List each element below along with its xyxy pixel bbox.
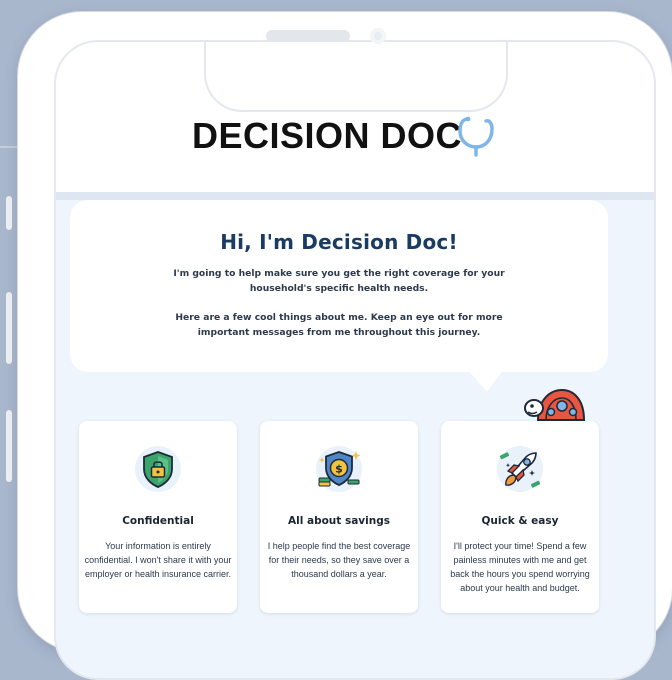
intro-heading: Hi, I'm Decision Doc! <box>220 230 458 254</box>
intro-paragraph-2: Here are a few cool things about me. Kee… <box>175 312 503 338</box>
feature-card-quick-easy: Quick & easy I'll protect your time! Spe… <box>441 421 599 613</box>
stethoscope-icon <box>458 116 494 157</box>
feature-card-confidential: Confidential Your information is entirel… <box>79 421 237 613</box>
front-camera <box>370 28 386 44</box>
card-description: I help people find the best coverage for… <box>267 541 411 579</box>
feature-card-savings: $ All about savings I help people find t… <box>260 421 418 613</box>
phone-side-button <box>6 196 12 230</box>
card-description: Your information is entirely confidentia… <box>84 541 232 579</box>
svg-text:$: $ <box>335 463 343 476</box>
app-logo[interactable]: DECISION DOC <box>192 112 498 160</box>
intro-paragraph-1: I'm going to help make sure you get the … <box>173 268 505 294</box>
card-title: All about savings <box>288 515 390 527</box>
speaker-grille <box>266 30 350 42</box>
shield-lock-icon <box>135 446 181 492</box>
shield-dollar-icon: $ <box>316 446 362 492</box>
phone-volume-down-button <box>6 410 12 482</box>
card-description: I'll protect your time! Spend a few pain… <box>450 541 590 593</box>
turtle-icon <box>524 388 586 421</box>
logo-text: DECISION DOC <box>192 115 463 156</box>
phone-volume-up-button <box>6 292 12 364</box>
intro-speech-bubble: Hi, I'm Decision Doc! I'm going to help … <box>70 200 608 372</box>
card-title: Confidential <box>122 515 194 527</box>
rocket-icon <box>497 446 543 492</box>
phone-notch <box>204 42 508 112</box>
card-title: Quick & easy <box>481 515 559 527</box>
